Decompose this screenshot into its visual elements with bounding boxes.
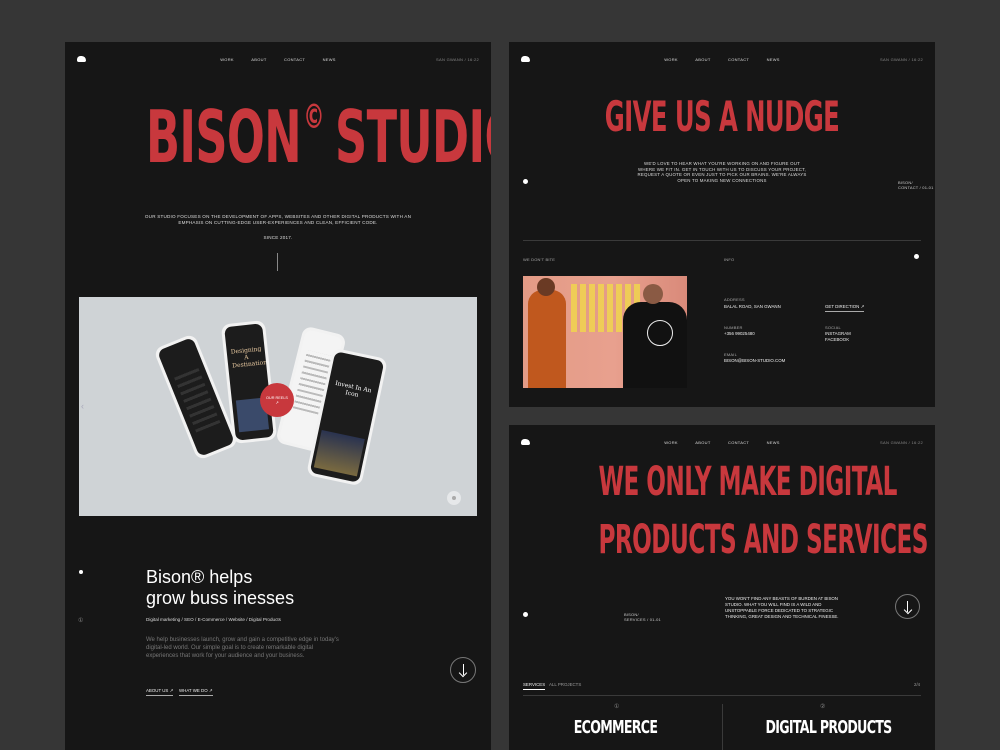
arrow-up-right-icon: ↗ [208,688,213,693]
dot-icon [452,496,456,500]
arrow-down-icon [458,664,468,676]
service-ecommerce[interactable]: ECOMMERCE [541,715,690,741]
services-title-line: WE ONLY MAKE DIGITAL [598,459,897,505]
address-tag: ADDRESS [724,297,745,302]
services-title: WE ONLY MAKE DIGITAL PRODUCTS AND SERVIC… [598,453,928,569]
location-time: SAN GWANN / 16:22 [436,57,479,62]
contact-text-line: OPEN TO MAKING NEW CONNECTIONS [677,177,767,183]
divider [523,240,921,241]
hero-description: OUR STUDIO FOCUSES ON THE DEVELOPMENT OF… [125,214,431,226]
nav-about[interactable]: ABOUT [695,440,710,445]
left-tag: WE DON'T BITE [523,257,556,262]
services-list: Digital marketing / SEO / E-Commerce / W… [146,617,281,622]
phone-number[interactable]: +356 99025480 [724,331,755,337]
nav-work[interactable]: WORK [220,57,234,62]
chevron-left-icon[interactable]: ‹ [81,401,84,411]
contact-title: GIVE US A NUDGE [604,92,840,141]
hero-title: BISON© STUDIO [145,72,491,202]
contact-text: WE'D LOVE TO HEAR WHAT YOU'RE WORKING ON… [609,161,835,183]
our-reels-button[interactable]: OUR REELS ↗ [260,383,294,417]
get-direction-link[interactable]: GET DIRECTION ↗ [825,304,865,312]
nav-news[interactable]: NEWS [323,57,336,62]
section-dot [523,612,528,617]
arrow-up-right-icon: ↗ [169,688,174,693]
about-heading-line: Bison® helps [146,567,253,587]
email-link[interactable]: BISON@BISON-STUDIO.COM [724,358,785,364]
nav-about[interactable]: ABOUT [251,57,266,62]
nav-contact[interactable]: CONTACT [284,57,305,62]
copyright-symbol: © [303,97,324,137]
section-dot [914,254,919,259]
nav-work[interactable]: WORK [664,57,678,62]
services-text: YOU WON'T FIND ANY BEASTS OF BURDEN AT B… [725,596,839,620]
item1-number: ① [614,704,620,710]
showcase-image: Designing A Destination Invest In An Ico… [79,297,477,516]
tab-all-projects[interactable]: ALL PROJECTS [549,682,581,688]
facebook-link[interactable]: FACEBOOK [825,337,849,343]
location-time: SAN GWANN / 16:22 [880,57,923,62]
services-title-line: PRODUCTS AND SERVICES [598,517,928,563]
info-tag: INFO [724,257,735,262]
about-us-label: ABOUT US [146,688,169,693]
home-panel: WORK ABOUT CONTACT NEWS SAN GWANN / 16:2… [65,42,491,750]
top-nav: WORK ABOUT CONTACT NEWS SAN GWANN / 16:2… [509,56,935,65]
scroll-down-button[interactable] [450,657,476,683]
hero-desc-line: EMPHASIS ON CUTTING-EDGE USER-EXPERIENCE… [178,220,378,225]
arrow-up-right-icon: ↗ [275,400,279,405]
number-tag: NUMBER [724,325,743,330]
nav-work[interactable]: WORK [664,440,678,445]
about-heading-line: grow buss inesses [146,588,295,608]
scroll-down-button[interactable] [895,594,920,619]
arrow-down-icon [903,600,913,613]
hero-title-right: STUDIO [335,95,491,179]
what-we-do-label: WHAT WE DO [179,688,208,693]
address-value: BALAL ROAD, SAN GWANN [724,304,781,309]
about-body: We help businesses launch, grow and gain… [146,637,339,659]
nav-news[interactable]: NEWS [767,440,780,445]
services-panel: WORK ABOUT CONTACT NEWS SAN GWANN / 16:2… [509,425,935,750]
services-text-line: THINKING, GREAT DESIGN AND TECHNICAL FIN… [725,614,839,619]
phone-headline: Designing A Destination [230,345,268,370]
contact-text-line: REQUEST A QUOTE OR EVEN JUST TO PICK OUR… [637,172,807,177]
side-label-line: SERVICES / 01-01 [624,617,661,622]
arrow-up-right-icon: ↗ [860,304,865,309]
what-we-do-link[interactable]: WHAT WE DO ↗ [179,688,213,696]
top-nav: WORK ABOUT CONTACT NEWS SAN GWANN / 16:2… [65,56,491,65]
nav-news[interactable]: NEWS [767,57,780,62]
divider [523,695,921,696]
phone-headline: Invest In An Icon [334,379,373,399]
services-count: 2/4 [914,682,921,687]
nav-contact[interactable]: CONTACT [728,440,749,445]
section-dot [79,570,83,574]
contact-side-label: BISON/ CONTACT / 01-01 [898,180,934,190]
about-us-link[interactable]: ABOUT US ↗ [146,688,174,696]
hero-title-left: BISON [145,95,302,179]
column-divider [722,704,723,750]
tab-services[interactable]: SERVICES [523,682,546,690]
team-photo [523,276,687,388]
social-tag: SOCIAL [825,325,841,330]
scroll-indicator-line [277,253,278,271]
section-number: ① [78,618,84,624]
email-tag: EMAIL [724,352,738,357]
section-dot [523,179,528,184]
top-nav: WORK ABOUT CONTACT NEWS SAN GWANN / 16:2… [509,439,935,448]
carousel-control-button[interactable] [447,491,461,505]
since-text: SINCE 2017. [263,235,293,240]
nav-about[interactable]: ABOUT [695,57,710,62]
services-side-label: BISON/ SERVICES / 01-01 [624,612,661,622]
location-time: SAN GWANN / 16:22 [880,440,923,445]
item2-number: ② [820,704,826,710]
get-direction-label: GET DIRECTION [825,304,860,309]
contact-panel: WORK ABOUT CONTACT NEWS SAN GWANN / 16:2… [509,42,935,407]
nav-contact[interactable]: CONTACT [728,57,749,62]
about-heading: Bison® helps grow buss inesses [146,567,294,609]
service-digital-products[interactable]: DIGITAL PRODUCTS [754,715,903,741]
side-label-line: CONTACT / 01-01 [898,185,934,190]
